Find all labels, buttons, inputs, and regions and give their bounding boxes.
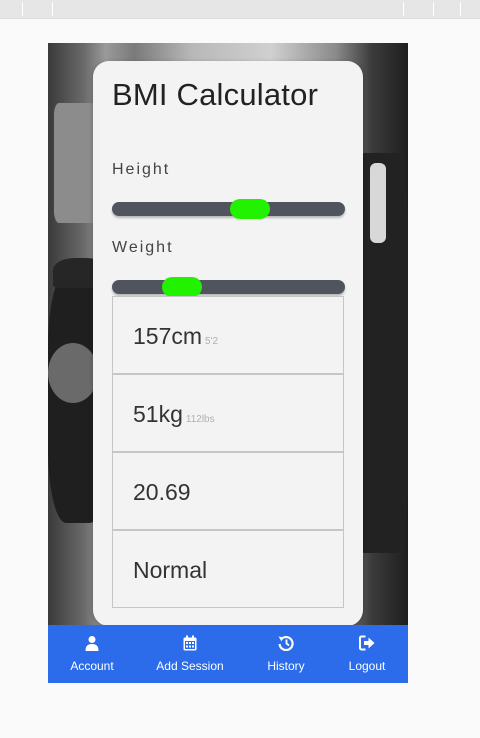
- bmi-category: Normal: [133, 557, 208, 583]
- bmi-category-result: Normal: [112, 530, 344, 608]
- bottom-nav-bar: Account Add Session History Logout: [48, 625, 408, 683]
- height-label: Height: [112, 161, 171, 178]
- logout-icon: [359, 635, 375, 651]
- weight-slider[interactable]: [112, 277, 345, 297]
- nav-account[interactable]: Account: [48, 625, 136, 683]
- top-bar-divider: [52, 2, 53, 16]
- height-slider[interactable]: [112, 199, 345, 219]
- nav-history[interactable]: History: [253, 625, 319, 683]
- weight-slider-thumb[interactable]: [162, 277, 202, 297]
- nav-add-session-label: Add Session: [156, 659, 224, 673]
- nav-history-label: History: [267, 659, 305, 673]
- bmi-card: BMI Calculator Height Weight 157cm 5'2 51…: [93, 61, 363, 626]
- top-bar-divider: [22, 2, 23, 16]
- nav-logout-label: Logout: [348, 659, 386, 673]
- weight-result: 51kg 112lbs: [112, 374, 344, 452]
- bmi-result: 20.69: [112, 452, 344, 530]
- nav-account-label: Account: [70, 659, 114, 673]
- top-bar-divider: [460, 2, 461, 16]
- weight-result-text: 51kg 112lbs: [133, 401, 215, 428]
- height-imperial: 5'2: [205, 336, 219, 347]
- top-bar-divider: [403, 2, 404, 16]
- top-bar-divider: [433, 2, 434, 16]
- height-slider-thumb[interactable]: [230, 199, 270, 219]
- height-value: 157cm: [133, 323, 203, 349]
- calendar-icon: [183, 635, 197, 651]
- weight-label: Weight: [112, 239, 174, 256]
- weight-imperial: 112lbs: [185, 414, 215, 425]
- app-screen: BMI Calculator Height Weight 157cm 5'2 51…: [48, 43, 408, 683]
- weight-value: 51kg: [133, 401, 183, 427]
- browser-top-bar: [0, 0, 480, 19]
- nav-logout[interactable]: Logout: [339, 625, 395, 683]
- user-icon: [85, 636, 99, 651]
- bmi-value: 20.69: [133, 479, 191, 505]
- nav-add-session[interactable]: Add Session: [148, 625, 232, 683]
- height-result-text: 157cm 5'2: [133, 323, 218, 350]
- history-icon: [278, 635, 294, 651]
- height-result: 157cm 5'2: [112, 296, 344, 374]
- page-title: BMI Calculator: [112, 77, 319, 112]
